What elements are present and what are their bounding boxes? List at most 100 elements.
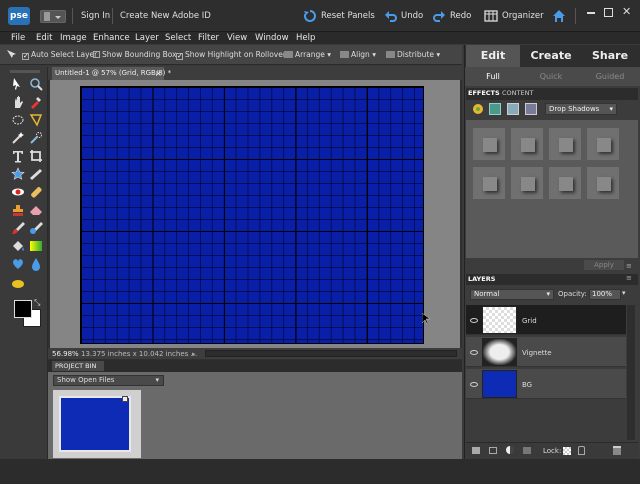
align-dropdown[interactable]: Align ▾	[340, 50, 376, 59]
show-bounding-box-checkbox[interactable]: Show Bounding Box	[93, 50, 177, 59]
auto-select-layer-checkbox[interactable]: ✓ Auto Select Layer	[22, 50, 97, 60]
close-document-icon[interactable]: ×	[155, 67, 162, 80]
menu-filter[interactable]: Filter	[198, 32, 219, 44]
tab-create[interactable]: Create	[522, 45, 580, 67]
undo-button[interactable]: Undo	[401, 11, 423, 21]
layer-styles-icon[interactable]	[489, 103, 501, 115]
organizer-button[interactable]: Organizer	[502, 11, 544, 21]
minimize-icon[interactable]	[587, 12, 595, 14]
layer-name-bg[interactable]: BG	[522, 381, 532, 389]
brush-tool-icon[interactable]	[11, 221, 25, 235]
drop-shadow-preset-8[interactable]	[586, 166, 620, 200]
swap-colors-icon[interactable]: ⤡	[34, 298, 40, 308]
eyedropper-tool-icon[interactable]	[29, 95, 43, 109]
drop-shadow-preset-2[interactable]	[510, 127, 544, 161]
menu-layer[interactable]: Layer	[135, 32, 159, 44]
menu-window[interactable]: Window	[255, 32, 289, 44]
tab-content[interactable]: CONTENT	[502, 89, 533, 97]
document-size-info[interactable]: 13.375 inches x 10.042 inches ...	[81, 350, 197, 358]
show-highlight-checkbox[interactable]: ✓ Show Highlight on Rollover	[176, 50, 286, 60]
magic-wand-tool-icon[interactable]	[11, 131, 25, 145]
mode-full[interactable]: Full	[466, 68, 520, 86]
clone-stamp-tool-icon[interactable]	[11, 203, 25, 217]
undo-icon[interactable]	[384, 9, 398, 23]
close-icon[interactable]: ✕	[622, 5, 631, 18]
menu-edit[interactable]: Edit	[36, 32, 52, 44]
document-tab[interactable]: Untitled-1 @ 57% (Grid, RGB/8) *	[52, 67, 171, 80]
home-icon[interactable]	[552, 9, 566, 23]
mode-guided[interactable]: Guided	[582, 68, 638, 86]
mode-quick[interactable]: Quick	[522, 68, 580, 86]
effects-category-dropdown[interactable]: Drop Shadows ▾	[545, 103, 617, 115]
straighten-tool-icon[interactable]	[29, 167, 43, 181]
visibility-eye-icon[interactable]	[470, 382, 478, 387]
arrange-dropdown[interactable]: Arrange ▾	[284, 50, 331, 59]
clipping-mask-icon[interactable]	[523, 447, 531, 454]
opacity-field[interactable]: 100%	[589, 289, 621, 300]
adjustment-layer-icon[interactable]	[506, 446, 514, 454]
redo-icon[interactable]	[432, 9, 446, 23]
show-all-icon[interactable]	[525, 103, 537, 115]
status-menu-arrow-icon[interactable]: ▸	[192, 350, 196, 358]
menu-enhance[interactable]: Enhance	[93, 32, 130, 44]
menu-help[interactable]: Help	[296, 32, 315, 44]
menu-image[interactable]: Image	[60, 32, 87, 44]
reset-panels-button[interactable]: Reset Panels	[321, 11, 375, 21]
workspace-menu-button[interactable]	[40, 10, 66, 23]
zoom-level[interactable]: 56.98%	[52, 350, 79, 358]
sponge-tool-icon[interactable]	[11, 277, 25, 291]
trash-icon[interactable]	[613, 446, 621, 455]
reset-panels-icon[interactable]	[303, 9, 317, 23]
create-adobe-id-link[interactable]: Create New Adobe ID	[120, 11, 211, 21]
drop-shadow-preset-4[interactable]	[586, 127, 620, 161]
tab-effects[interactable]: EFFECTS	[468, 89, 500, 97]
hand-tool-icon[interactable]	[11, 95, 25, 109]
menu-select[interactable]: Select	[165, 32, 191, 44]
move-tool-icon[interactable]	[11, 77, 25, 91]
project-bin-tab[interactable]: PROJECT BIN	[52, 361, 104, 371]
sign-in-link[interactable]: Sign In	[81, 11, 110, 21]
marquee-tool-icon[interactable]	[11, 113, 25, 127]
layer-name-vignette[interactable]: Vignette	[522, 349, 552, 357]
menu-view[interactable]: View	[227, 32, 247, 44]
organizer-icon[interactable]	[484, 9, 498, 23]
blend-mode-dropdown[interactable]: Normal ▾	[470, 289, 554, 300]
maximize-icon[interactable]	[604, 8, 613, 17]
panel-menu-icon[interactable]: ≡	[626, 262, 632, 270]
lock-transparency-icon[interactable]	[563, 447, 571, 455]
paint-bucket-tool-icon[interactable]	[11, 239, 25, 253]
tab-share[interactable]: Share	[582, 45, 638, 67]
blur-tool-icon[interactable]	[29, 257, 43, 271]
show-open-files-dropdown[interactable]: Show Open Files ▾	[53, 375, 164, 386]
visibility-eye-icon[interactable]	[470, 350, 478, 355]
layers-scrollbar[interactable]	[627, 305, 635, 440]
crop-tool-icon[interactable]	[29, 149, 43, 163]
move-tool-preset-icon[interactable]	[5, 49, 18, 60]
type-tool-icon[interactable]	[11, 149, 25, 163]
distribute-dropdown[interactable]: Distribute ▾	[386, 50, 440, 59]
gradient-tool-icon[interactable]	[29, 239, 43, 253]
drop-shadow-preset-1[interactable]	[472, 127, 506, 161]
healing-brush-tool-icon[interactable]	[29, 185, 43, 199]
drop-shadow-preset-7[interactable]	[548, 166, 582, 200]
layers-panel-menu-icon[interactable]: ≡	[626, 274, 632, 282]
redo-button[interactable]: Redo	[450, 11, 471, 21]
menu-file[interactable]: File	[11, 32, 25, 44]
custom-shape-tool-icon[interactable]	[11, 257, 25, 271]
lasso-tool-icon[interactable]	[29, 113, 43, 127]
drop-shadow-preset-6[interactable]	[510, 166, 544, 200]
new-group-icon[interactable]	[489, 447, 497, 454]
filters-icon[interactable]	[472, 103, 484, 115]
horizontal-scrollbar[interactable]	[205, 350, 457, 357]
visibility-eye-icon[interactable]	[470, 318, 478, 323]
drop-shadow-preset-3[interactable]	[548, 127, 582, 161]
zoom-tool-icon[interactable]	[29, 77, 43, 91]
cookie-cutter-tool-icon[interactable]	[11, 167, 25, 181]
red-eye-tool-icon[interactable]	[11, 185, 25, 199]
quick-selection-tool-icon[interactable]	[29, 131, 43, 145]
new-layer-icon[interactable]	[472, 447, 480, 454]
opacity-slider-arrow-icon[interactable]: ▾	[622, 289, 626, 297]
apply-effect-button[interactable]: Apply	[584, 260, 624, 270]
layer-name-grid[interactable]: Grid	[522, 317, 537, 325]
drop-shadow-preset-5[interactable]	[472, 166, 506, 200]
